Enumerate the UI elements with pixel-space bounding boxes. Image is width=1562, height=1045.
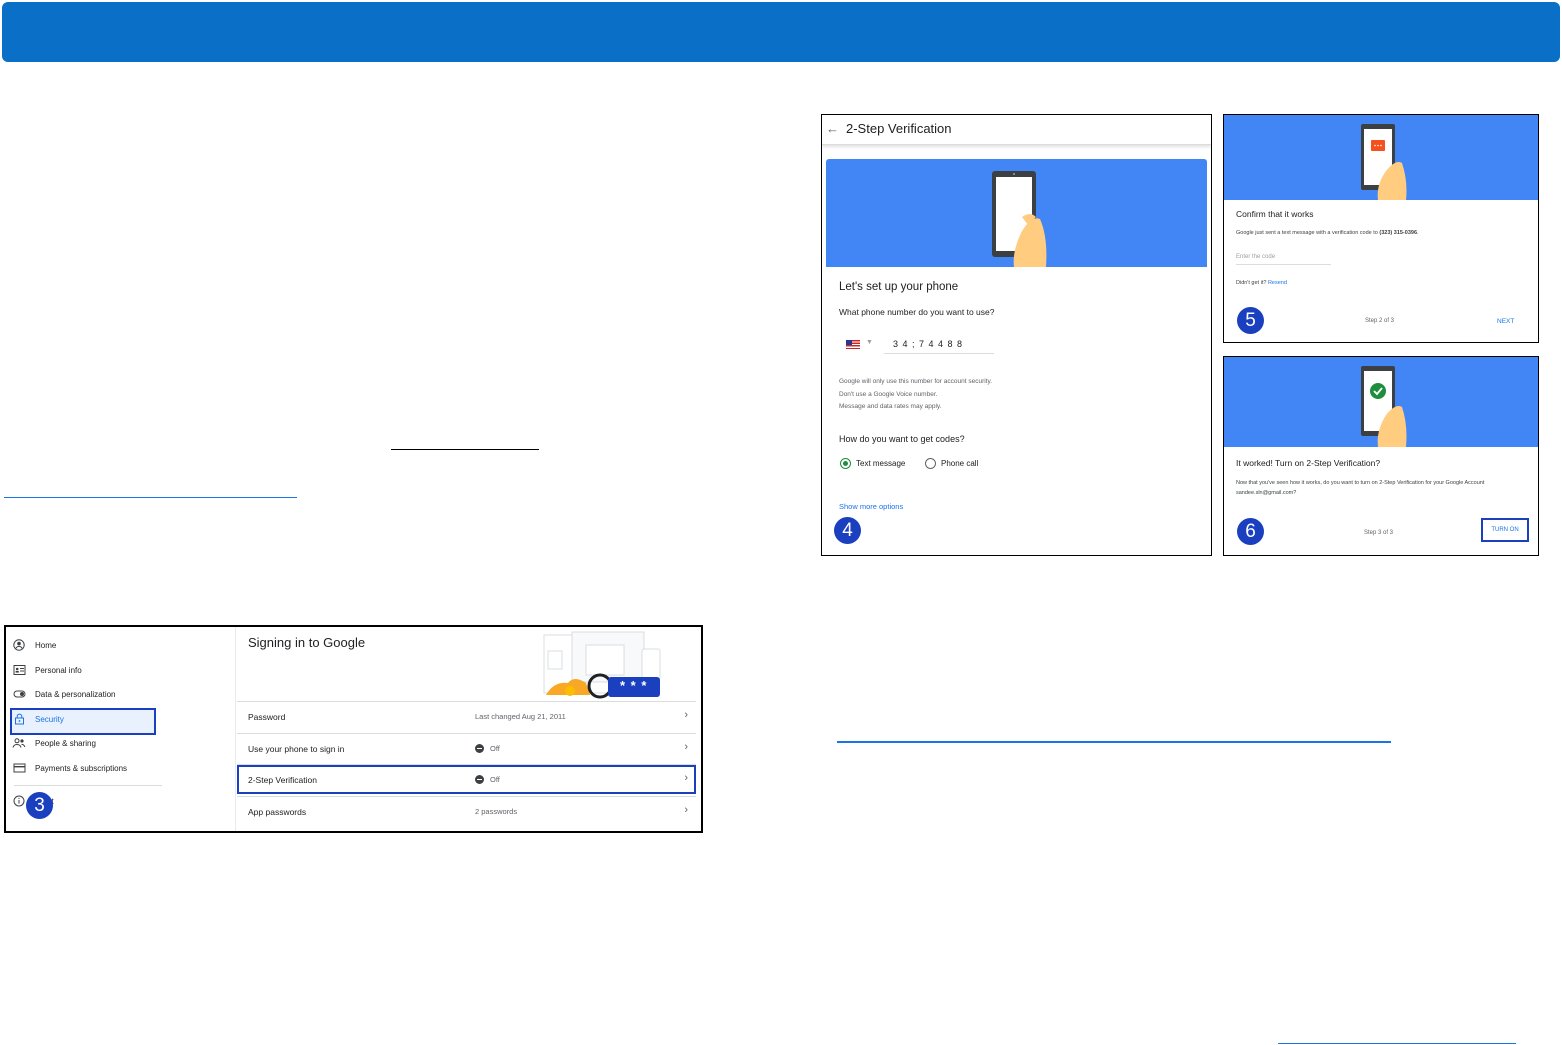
step-badge: 6 (1237, 518, 1264, 545)
hero-banner (826, 159, 1207, 267)
step-indicator: Step 3 of 3 (1364, 530, 1394, 536)
codes-question: How do you want to get codes? (839, 434, 965, 444)
hyperlink-underline[interactable] (4, 497, 297, 498)
security-illustration: * * * (524, 631, 664, 701)
info-icon (12, 794, 26, 808)
setup-phone-panel: ← 2-Step Verification Let's set up your … (821, 114, 1212, 556)
hyperlink-underline[interactable] (837, 741, 1391, 743)
chevron-right-icon: › (684, 741, 688, 753)
credit-card-icon (12, 761, 26, 775)
turn-on-title: It worked! Turn on 2-Step Verification? (1236, 458, 1381, 468)
nav-divider (14, 785, 162, 786)
turn-on-text: Now that you've seen how it works, do yo… (1236, 480, 1485, 496)
id-card-icon (12, 663, 26, 677)
radio-selected-icon[interactable] (840, 458, 851, 469)
underline-rule (391, 449, 539, 450)
radio-phone-call[interactable]: Phone call (925, 458, 978, 469)
confirm-code-panel: Confirm that it works Google just sent a… (1223, 114, 1539, 343)
password-dots: * * * (620, 678, 648, 693)
google-account-security-panel: Home Personal info Data & personalizatio… (4, 625, 703, 833)
nav-item-data-personalization[interactable]: Data & personalization (12, 683, 116, 705)
nav-label: Data & personalization (35, 689, 116, 699)
hero-banner (1224, 357, 1538, 447)
row-value: 2 passwords (475, 807, 517, 816)
turn-on-button[interactable]: TURN ON (1481, 518, 1529, 542)
off-icon (475, 744, 484, 753)
phone-number: (323) 315-0396 (1379, 230, 1418, 236)
phone-check-illustration (1361, 366, 1407, 447)
radio-label: Phone call (941, 459, 979, 468)
nav-item-home[interactable]: Home (12, 634, 56, 656)
row-value-text: Off (490, 744, 500, 753)
row-value-text: 2 passwords (475, 807, 518, 816)
row-value: Last changed Aug 21, 2011 (475, 712, 566, 721)
step-indicator: Step 2 of 3 (1365, 318, 1395, 324)
people-icon (12, 736, 26, 750)
account-circle-icon (12, 638, 26, 652)
row-value-text: Last changed Aug 21, 2011 (475, 712, 566, 721)
resend-link[interactable]: Resend (1268, 280, 1287, 286)
nav-label: Personal info (35, 665, 82, 675)
panel-header: ← 2-Step Verification (822, 115, 1211, 145)
security-note: Message and data rates may apply. (839, 403, 942, 410)
setup-heading: Let's set up your phone (839, 281, 959, 293)
step-badge: 3 (26, 792, 53, 819)
phone-question: What phone number do you want to use? (839, 307, 995, 317)
didnt-get-it-text: Didn't get it? (1236, 280, 1267, 286)
radio-text-message[interactable]: Text message (840, 458, 905, 469)
nav-label: Payments & subscriptions (35, 763, 128, 773)
confirm-text-part: . (1417, 230, 1419, 236)
phone-in-hand-illustration (992, 171, 1047, 267)
turn-on-panel: It worked! Turn on 2-Step Verification? … (1223, 356, 1539, 556)
nav-label: Home (35, 640, 57, 650)
step-badge: 5 (1237, 307, 1264, 334)
row-label: Use your phone to sign in (248, 744, 345, 754)
caret-down-icon[interactable]: ▼ (866, 339, 873, 346)
row-label: App passwords (248, 807, 307, 817)
security-note: Don't use a Google Voice number. (839, 391, 938, 398)
chevron-right-icon: › (684, 709, 688, 721)
hyperlink-underline[interactable] (1278, 1043, 1516, 1044)
chevron-right-icon: › (684, 804, 688, 816)
next-button[interactable]: NEXT (1497, 318, 1514, 325)
row-value: Off (475, 744, 500, 753)
confirm-text-part: Google just sent a text message with a v… (1236, 230, 1380, 236)
top-banner (2, 2, 1560, 62)
row-app-passwords[interactable]: App passwords 2 passwords › (237, 796, 696, 827)
nav-label: Security (35, 714, 64, 724)
nav-item-payments[interactable]: Payments & subscriptions (12, 757, 127, 779)
row-label: Password (248, 712, 286, 722)
toggle-icon (12, 687, 26, 701)
nav-item-personal-info[interactable]: Personal info (12, 659, 82, 681)
nav-label: People & sharing (35, 738, 96, 748)
code-input[interactable]: Enter the code (1236, 251, 1331, 265)
header-title: 2-Step Verification (846, 121, 952, 136)
confirm-text: Google just sent a text message with a v… (1236, 228, 1419, 238)
vertical-divider (235, 627, 236, 831)
radio-unselected-icon[interactable] (925, 458, 936, 469)
phone-message-illustration (1361, 124, 1407, 200)
resend-line: Didn't get it? Resend (1236, 278, 1287, 288)
show-more-options-link[interactable]: Show more options (839, 502, 903, 511)
phone-number-input[interactable]: 3 4 ; 7 4 4 8 8 (884, 337, 994, 354)
row-password[interactable]: Password Last changed Aug 21, 2011 › (237, 701, 696, 732)
confirm-title: Confirm that it works (1236, 209, 1314, 219)
security-note: Google will only use this number for acc… (839, 378, 993, 385)
step-badge: 4 (834, 517, 861, 544)
lock-icon (12, 712, 26, 726)
2-step-highlight (237, 765, 696, 794)
section-title: Signing in to Google (248, 635, 366, 650)
nav-item-people-sharing[interactable]: People & sharing (12, 732, 96, 754)
radio-label: Text message (856, 459, 906, 468)
nav-item-security[interactable]: Security (12, 708, 64, 730)
us-flag-icon[interactable] (846, 340, 860, 349)
hero-banner (1224, 115, 1538, 200)
row-phone-sign-in[interactable]: Use your phone to sign in Off › (237, 733, 696, 764)
back-arrow-icon[interactable]: ← (826, 121, 839, 136)
